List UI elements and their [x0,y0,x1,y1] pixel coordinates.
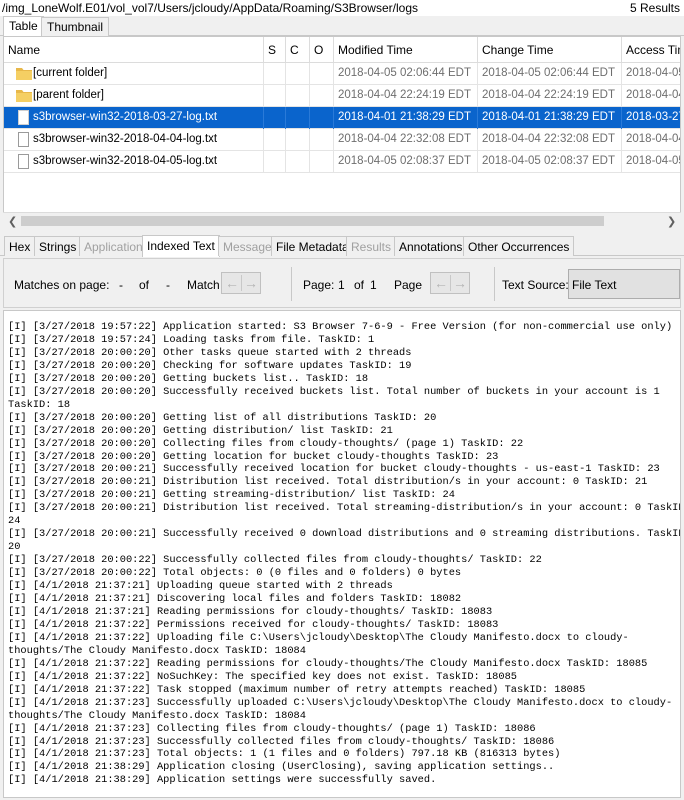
cell-access: 2018-03-27 [622,107,680,129]
cell-access: 2018-04-05 [622,63,680,85]
previous-page-icon[interactable]: ← [432,275,450,291]
tab-message[interactable]: Message [218,236,277,256]
cell-name: [parent folder] [4,85,264,107]
table-header: Name S C O Modified Time Change Time Acc… [4,37,680,63]
view-tabs: Table Thumbnail [0,16,684,36]
cell-name: s3browser-win32-2018-04-04-log.txt [4,129,264,151]
content-viewer-tabs: Hex Strings Application Indexed Text Mes… [0,235,684,257]
cell-change: 2018-04-04 22:32:08 EDT [478,129,622,151]
column-modified-time[interactable]: Modified Time [334,37,478,63]
cell-modified: 2018-04-05 02:08:37 EDT [334,151,478,173]
scroll-left-icon[interactable]: ❮ [8,215,17,228]
cell-modified: 2018-04-04 22:24:19 EDT [334,85,478,107]
column-change-time[interactable]: Change Time [478,37,622,63]
table-row-selected[interactable]: s3browser-win32-2018-03-27-log.txt 2018-… [4,107,680,129]
page-total: 1 [370,278,377,292]
cell-change: 2018-04-04 22:24:19 EDT [478,85,622,107]
cell-access: 2018-04-04 [622,85,680,107]
horizontal-scrollbar[interactable]: ❮ ❯ [3,212,681,228]
page-of-label: of [354,278,365,292]
table-row[interactable]: [parent folder] 2018-04-04 22:24:19 EDT … [4,85,680,107]
cell-modified: 2018-04-01 21:38:29 EDT [334,107,478,129]
text-source-value: File Text [572,278,617,292]
toolbar-separator [494,267,495,301]
cell-access: 2018-04-05 [622,151,680,173]
log-text: [I] [3/27/2018 19:57:22] Application sta… [8,321,680,787]
cell-name: s3browser-win32-2018-04-05-log.txt [4,151,264,173]
column-name[interactable]: Name [4,37,264,63]
page-label: Page: [303,278,335,292]
tab-strings[interactable]: Strings [34,236,82,256]
cell-change: 2018-04-05 02:08:37 EDT [478,151,622,173]
scroll-right-icon[interactable]: ❯ [667,215,676,228]
tab-application[interactable]: Application [79,236,148,256]
match-label: Match [187,278,220,292]
matches-total: - [166,278,170,292]
indexed-text-toolbar: Matches on page: - of - Match ← → Page: … [3,258,681,308]
column-c[interactable]: C [286,37,310,63]
tab-annotations[interactable]: Annotations [394,236,468,256]
text-source-dropdown[interactable]: File Text [568,269,680,299]
scrollbar-thumb[interactable] [21,216,604,226]
table-row[interactable]: [current folder] 2018-04-05 02:06:44 EDT… [4,63,680,85]
cell-modified: 2018-04-05 02:06:44 EDT [334,63,478,85]
text-source-label: Text Source: [502,278,569,292]
column-s[interactable]: S [264,37,286,63]
tab-table[interactable]: Table [3,16,44,36]
page-current: 1 [338,278,345,292]
matches-label: Matches on page: [14,278,110,292]
results-count: 5 Results [629,1,680,15]
toolbar-separator [291,267,292,301]
tab-other-occurrences[interactable]: Other Occurrences [463,236,575,256]
previous-match-icon[interactable]: ← [223,275,241,291]
cell-access: 2018-04-04 [622,129,680,151]
tab-indexed-text[interactable]: Indexed Text [142,235,220,257]
tab-thumbnail[interactable]: Thumbnail [41,17,110,36]
next-page-icon[interactable]: → [451,275,469,291]
matches-current: - [119,278,123,292]
cell-name: [current folder] [4,63,264,85]
cell-modified: 2018-04-04 22:32:08 EDT [334,129,478,151]
current-path: /img_LoneWolf.E01/vol_vol7/Users/jcloudy… [2,1,418,15]
table-row[interactable]: s3browser-win32-2018-04-04-log.txt 2018-… [4,129,680,151]
path-bar: /img_LoneWolf.E01/vol_vol7/Users/jcloudy… [0,0,684,16]
match-nav-buttons: ← → [221,272,261,294]
cell-change: 2018-04-01 21:38:29 EDT [478,107,622,129]
tab-hex[interactable]: Hex [4,236,36,256]
table-row[interactable]: s3browser-win32-2018-04-05-log.txt 2018-… [4,151,680,173]
column-o[interactable]: O [310,37,334,63]
page-nav-label: Page [394,278,423,292]
tab-results[interactable]: Results [346,236,397,256]
pane-splitter[interactable] [0,228,684,236]
indexed-text-content[interactable]: [I] [3/27/2018 19:57:22] Application sta… [3,310,681,798]
column-access-time[interactable]: Access Time [622,37,680,63]
tab-file-metadata[interactable]: File Metadata [271,236,354,256]
page-nav-buttons: ← → [430,272,470,294]
file-table: Name S C O Modified Time Change Time Acc… [3,36,681,228]
cell-change: 2018-04-05 02:06:44 EDT [478,63,622,85]
cell-name: s3browser-win32-2018-03-27-log.txt [4,107,264,129]
next-match-icon[interactable]: → [242,275,260,291]
matches-of-label: of [139,278,150,292]
